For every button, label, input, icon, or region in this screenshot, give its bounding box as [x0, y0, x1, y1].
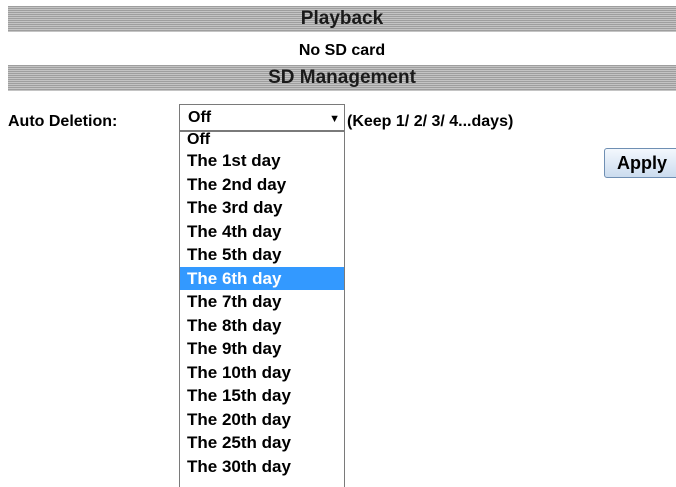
dropdown-option[interactable]: The 1st day [180, 149, 344, 173]
dropdown-option[interactable]: The 20th day [180, 408, 344, 432]
dropdown-option[interactable]: The 2nd day [180, 173, 344, 197]
playback-title: Playback [300, 8, 384, 29]
apply-button[interactable]: Apply [604, 148, 676, 178]
auto-deletion-dropdown-list[interactable]: Off The 1st day The 2nd day The 3rd day The … [179, 131, 345, 487]
page: Playback No SD card SD Management Auto D… [0, 0, 676, 487]
auto-deletion-selected-value: Off [188, 109, 212, 126]
dropdown-option[interactable]: The 6th day [180, 266, 344, 290]
sd-management-header: SD Management [8, 65, 676, 91]
playback-header: Playback [8, 6, 676, 32]
chevron-down-icon[interactable]: ▼ [329, 112, 340, 126]
dropdown-option[interactable]: The 7th day [180, 290, 344, 314]
auto-deletion-select[interactable]: Off ▼ [179, 104, 345, 131]
sd-management-title: SD Management [268, 67, 416, 88]
dropdown-option[interactable]: The 9th day [180, 337, 344, 361]
dropdown-option[interactable]: The 25th day [180, 431, 344, 455]
dropdown-option[interactable]: The 15th day [180, 384, 344, 408]
dropdown-option[interactable]: The 8th day [180, 314, 344, 338]
dropdown-option[interactable]: The 5th day [180, 243, 344, 267]
auto-deletion-label: Auto Deletion: [8, 113, 118, 130]
dropdown-option[interactable]: The 30th day [180, 455, 344, 479]
dropdown-option[interactable]: The 4th day [180, 220, 344, 244]
dropdown-option[interactable]: The 3rd day [180, 196, 344, 220]
dropdown-option[interactable]: Off [180, 132, 344, 149]
auto-deletion-hint: (Keep 1/ 2/ 3/ 4...days) [347, 113, 514, 130]
sd-card-status: No SD card [298, 42, 386, 59]
dropdown-option[interactable]: The 10th day [180, 361, 344, 385]
